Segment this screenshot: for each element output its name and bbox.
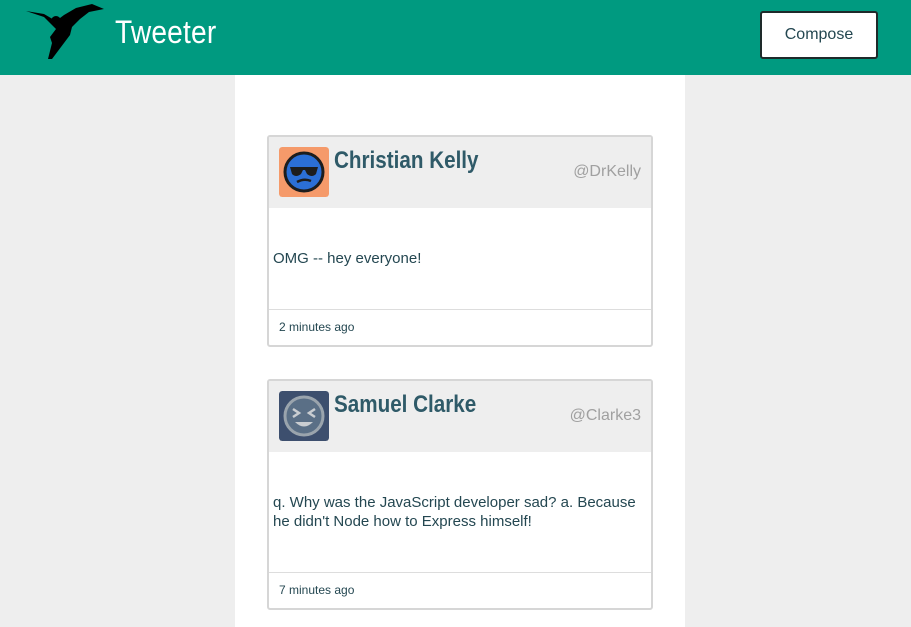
tweet-body: q. Why was the JavaScript developer sad?…	[269, 452, 651, 572]
compose-button[interactable]: Compose	[760, 11, 878, 59]
author-name: Christian Kelly	[334, 147, 479, 174]
sunglasses-face-icon	[279, 147, 329, 197]
tweet-header: Christian Kelly @DrKelly	[269, 137, 651, 208]
tweet-footer: 2 minutes ago	[269, 309, 651, 345]
tweet-text: OMG -- hey everyone!	[273, 250, 422, 267]
author-handle: @Clarke3	[569, 407, 641, 424]
hummingbird-logo-icon	[26, 4, 104, 59]
top-nav: Tweeter Compose	[0, 0, 911, 75]
laughing-face-icon	[279, 391, 329, 441]
tweet-feed: Christian Kelly @DrKelly OMG -- hey ever…	[235, 75, 685, 627]
tweet-card: Christian Kelly @DrKelly OMG -- hey ever…	[267, 135, 653, 347]
author-handle: @DrKelly	[573, 163, 641, 180]
tweet-header: Samuel Clarke @Clarke3	[269, 381, 651, 452]
tweet-footer: 7 minutes ago	[269, 572, 651, 608]
tweet-timestamp: 2 minutes ago	[279, 320, 355, 334]
tweet-timestamp: 7 minutes ago	[279, 583, 355, 597]
author-name: Samuel Clarke	[334, 391, 477, 418]
tweet-body: OMG -- hey everyone!	[269, 208, 651, 309]
tweet-card: Samuel Clarke @Clarke3 q. Why was the Ja…	[267, 379, 653, 610]
brand-title[interactable]: Tweeter	[115, 14, 216, 51]
tweet-text: q. Why was the JavaScript developer sad?…	[273, 494, 636, 530]
